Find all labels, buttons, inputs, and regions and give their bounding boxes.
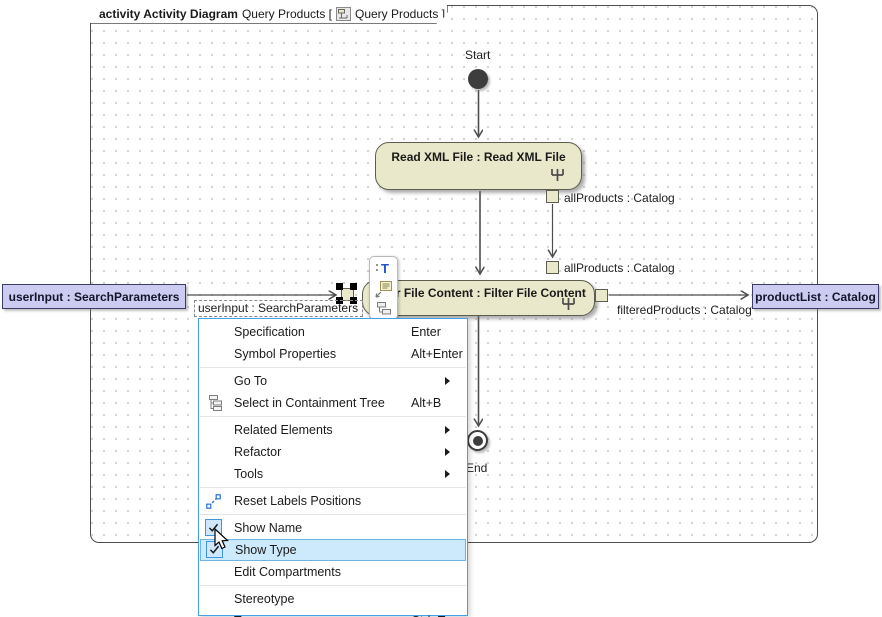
menu-item-symbol-properties[interactable]: Symbol Properties Alt+Enter <box>200 343 466 365</box>
start-node-label[interactable]: Start <box>465 48 490 62</box>
checked-checkbox[interactable] <box>205 519 222 536</box>
menu-separator <box>200 487 466 488</box>
menu-item-tools[interactable]: Tools <box>200 463 466 485</box>
menu-item-refactor[interactable]: Refactor <box>200 441 466 463</box>
frame-title-ref: Query Products ] <box>355 7 445 21</box>
context-menu: Specification Enter Symbol Properties Al… <box>198 318 468 616</box>
initial-node[interactable] <box>468 69 488 89</box>
filter-output-pin[interactable] <box>595 289 608 302</box>
activity-final-node[interactable] <box>467 430 488 451</box>
containment-tree-icon <box>206 395 222 411</box>
activity-final-inner <box>473 436 483 446</box>
menu-item-type[interactable]: Type Ctrl+T <box>200 610 466 617</box>
read-output-pin-label[interactable]: allProducts : Catalog <box>564 191 675 205</box>
reset-labels-icon <box>206 494 221 509</box>
menu-separator <box>200 367 466 368</box>
menu-item-stereotype[interactable]: Stereotype <box>200 588 466 610</box>
menu-item-reset-labels-positions[interactable]: Reset Labels Positions <box>200 490 466 512</box>
menu-separator <box>200 416 466 417</box>
diagram-canvas: activity Activity Diagram Query Products… <box>0 0 882 617</box>
read-output-pin[interactable] <box>546 190 559 203</box>
filter-action-label: Filter File Content : Filter File Conten… <box>371 286 586 300</box>
menu-item-specification[interactable]: Specification Enter <box>200 321 466 343</box>
note-icon[interactable] <box>374 279 394 299</box>
containment-icon[interactable] <box>376 302 392 318</box>
read-xml-action-node[interactable]: Read XML File : Read XML File <box>375 142 582 190</box>
frame-title-name: Query Products [ <box>242 7 332 21</box>
productlist-parameter-node[interactable]: productList : Catalog <box>752 284 879 309</box>
filter-input-pin-label[interactable]: allProducts : Catalog <box>564 261 675 275</box>
submenu-arrow-icon <box>445 448 450 456</box>
activity-diagram-icon <box>336 7 351 21</box>
productlist-parameter-label: productList : Catalog <box>755 290 876 304</box>
menu-item-select-in-containment-tree[interactable]: Select in Containment Tree Alt+B <box>200 392 466 414</box>
menu-separator <box>200 514 466 515</box>
checkmark-icon <box>208 543 221 556</box>
submenu-arrow-icon <box>445 377 450 385</box>
checked-checkbox[interactable] <box>206 541 223 558</box>
filter-input-pin[interactable] <box>546 261 559 274</box>
checkmark-icon <box>207 521 220 534</box>
edit-name-icon[interactable]: T <box>374 260 393 276</box>
userinput-parameter-label: userInput : SearchParameters <box>9 290 180 304</box>
svg-text:T: T <box>381 261 389 276</box>
selection-handle[interactable] <box>336 283 343 290</box>
end-node-label[interactable]: End <box>466 461 487 475</box>
submenu-arrow-icon <box>445 470 450 478</box>
filter-output-pin-label[interactable]: filteredProducts : Catalog <box>617 303 752 317</box>
smart-manipulator-toolbar: T <box>369 256 398 320</box>
menu-item-related-elements[interactable]: Related Elements <box>200 419 466 441</box>
rake-icon <box>561 298 576 311</box>
menu-item-go-to[interactable]: Go To <box>200 370 466 392</box>
menu-separator <box>200 585 466 586</box>
selected-pin-label[interactable]: userInput : SearchParameters <box>194 300 363 317</box>
frame-title: activity Activity Diagram Query Products… <box>90 5 447 23</box>
menu-item-edit-compartments[interactable]: Edit Compartments <box>200 561 466 583</box>
submenu-arrow-icon <box>445 426 450 434</box>
selection-handle[interactable] <box>350 283 357 290</box>
frame-title-keyword: activity Activity Diagram <box>99 7 238 21</box>
menu-item-show-type[interactable]: Show Type <box>200 539 466 561</box>
userinput-parameter-node[interactable]: userInput : SearchParameters <box>2 284 186 309</box>
rake-icon <box>550 169 565 182</box>
menu-item-show-name[interactable]: Show Name <box>200 517 466 539</box>
read-xml-action-label: Read XML File : Read XML File <box>391 150 565 164</box>
